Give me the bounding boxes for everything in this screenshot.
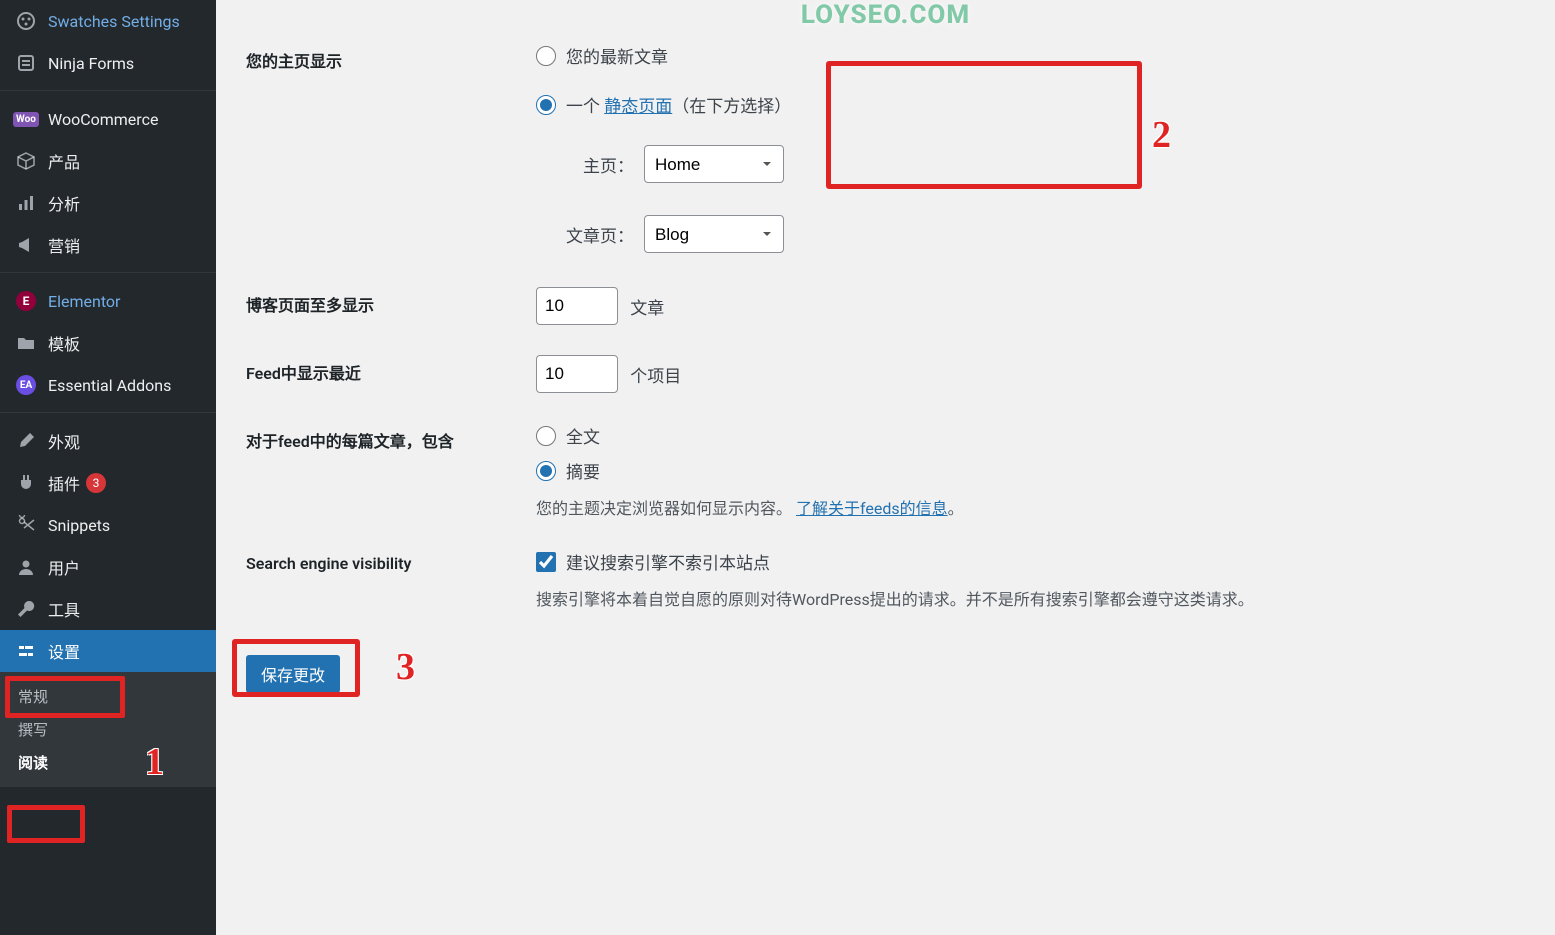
- sidebar-item-label: WooCommerce: [48, 110, 158, 129]
- megaphone-icon: [12, 235, 40, 255]
- sidebar-item-snippets[interactable]: Snippets: [0, 504, 216, 546]
- homepage-select[interactable]: Home: [644, 145, 784, 183]
- feed-desc-suffix: 。: [948, 499, 964, 518]
- sidebar-subitem-1[interactable]: 撰写: [0, 713, 216, 746]
- sidebar-item-16[interactable]: 工具: [0, 588, 216, 630]
- settings-form-table: 您的主页显示 您的最新文章 一个 静态页面（在下方选择） 主页：: [246, 28, 1533, 625]
- sidebar-item-label: Swatches Settings: [48, 12, 180, 31]
- sidebar-item-label: 产品: [48, 149, 80, 173]
- sidebar-item-label: Essential Addons: [48, 376, 171, 395]
- radio-feed-full[interactable]: [536, 426, 556, 446]
- user-icon: [12, 557, 40, 577]
- sidebar-item-4[interactable]: 产品: [0, 140, 216, 182]
- main-content: LOYSEO.COM 您的主页显示 您的最新文章 一个 静态页面（在下方选择）: [216, 0, 1555, 935]
- checkbox-discourage-search-label: 建议搜索引擎不索引本站点: [566, 549, 770, 574]
- form-icon: [12, 53, 40, 73]
- watermark-text: LOYSEO.COM: [801, 0, 970, 30]
- static-page-link[interactable]: 静态页面: [604, 97, 672, 117]
- sidebar-item-label: 工具: [48, 597, 80, 621]
- box-icon: [12, 151, 40, 171]
- annotation-box-reading: [7, 805, 85, 843]
- sidebar-item-9[interactable]: 模板: [0, 322, 216, 364]
- sidebar-item-label: Elementor: [48, 292, 120, 311]
- static-prefix: 一个: [566, 97, 604, 117]
- sidebar-item-label: 分析: [48, 191, 80, 215]
- update-badge: 3: [86, 473, 106, 493]
- stats-icon: [12, 193, 40, 213]
- radio-latest-posts-label: 您的最新文章: [566, 43, 668, 68]
- admin-sidebar: Swatches Settings Ninja Forms Woo WooCommer…: [0, 0, 216, 935]
- radio-feed-summary[interactable]: [536, 461, 556, 481]
- feed-content-desc: 您的主题决定浏览器如何显示内容。 了解关于feeds的信息。: [536, 495, 1523, 519]
- posts-page-select-label: 文章页：: [554, 222, 634, 247]
- feed-limit-heading: Feed中显示最近: [246, 340, 526, 408]
- woo-icon: Woo: [12, 112, 40, 127]
- seo-heading: Search engine visibility: [246, 534, 526, 625]
- palette-icon: [12, 11, 40, 31]
- elementor-icon: E: [12, 291, 40, 311]
- sidebar-item-label: 外观: [48, 429, 80, 453]
- annotation-number-3: 3: [396, 645, 415, 689]
- brush-icon: [12, 431, 40, 451]
- sidebar-item-label: 插件: [48, 471, 80, 495]
- sidebar-item-label: 设置: [48, 639, 80, 663]
- sidebar-separator: [0, 272, 216, 280]
- sidebar-item-label: 营销: [48, 233, 80, 257]
- homepage-heading: 您的主页显示: [246, 28, 526, 272]
- sidebar-item-13[interactable]: 插件 3: [0, 462, 216, 504]
- sidebar-item-label: Snippets: [48, 516, 110, 535]
- sidebar-item-essential-addons[interactable]: EA Essential Addons: [0, 364, 216, 406]
- blog-limit-input[interactable]: [536, 287, 618, 325]
- scissors-icon: [12, 515, 40, 535]
- posts-page-select[interactable]: Blog: [644, 215, 784, 253]
- blog-limit-unit: 文章: [630, 299, 664, 319]
- sidebar-item-15[interactable]: 用户: [0, 546, 216, 588]
- settings-icon: [12, 641, 40, 661]
- radio-static-page[interactable]: [536, 95, 556, 115]
- feed-learn-more-link[interactable]: 了解关于feeds的信息: [796, 499, 948, 518]
- sidebar-separator: [0, 90, 216, 98]
- sidebar-item-woocommerce[interactable]: Woo WooCommerce: [0, 98, 216, 140]
- radio-latest-posts[interactable]: [536, 46, 556, 66]
- blog-limit-heading: 博客页面至多显示: [246, 272, 526, 340]
- feed-desc-prefix: 您的主题决定浏览器如何显示内容。: [536, 499, 792, 518]
- feed-limit-unit: 个项目: [630, 367, 681, 387]
- feed-limit-input[interactable]: [536, 355, 618, 393]
- radio-feed-full-label: 全文: [566, 423, 600, 448]
- seo-desc: 搜索引擎将本着自觉自愿的原则对待WordPress提出的请求。并不是所有搜索引擎…: [536, 586, 1523, 610]
- sidebar-separator: [0, 412, 216, 420]
- sidebar-item-6[interactable]: 营销: [0, 224, 216, 266]
- sidebar-subitem-0[interactable]: 常规: [0, 680, 216, 713]
- feed-content-heading: 对于feed中的每篇文章，包含: [246, 408, 526, 534]
- sidebar-item-elementor[interactable]: E Elementor: [0, 280, 216, 322]
- plug-icon: [12, 473, 40, 493]
- save-changes-button[interactable]: 保存更改: [246, 655, 340, 693]
- sidebar-item-label: 用户: [48, 555, 80, 579]
- homepage-select-label: 主页：: [554, 152, 634, 177]
- sidebar-item-ninja-forms[interactable]: Ninja Forms: [0, 42, 216, 84]
- sidebar-item-label: 模板: [48, 331, 80, 355]
- static-suffix: （在下方选择）: [672, 97, 791, 117]
- radio-static-page-label: 一个 静态页面（在下方选择）: [566, 92, 791, 117]
- sidebar-subitem-2[interactable]: 阅读: [0, 746, 216, 779]
- sidebar-item-17[interactable]: 设置: [0, 630, 216, 672]
- folder-icon: [12, 333, 40, 353]
- sidebar-item-5[interactable]: 分析: [0, 182, 216, 224]
- checkbox-discourage-search[interactable]: [536, 552, 556, 572]
- ea-icon: EA: [12, 375, 40, 395]
- sidebar-item-swatches-settings[interactable]: Swatches Settings: [0, 0, 216, 42]
- radio-feed-summary-label: 摘要: [566, 458, 600, 483]
- sidebar-item-12[interactable]: 外观: [0, 420, 216, 462]
- sidebar-item-label: Ninja Forms: [48, 54, 134, 73]
- wrench-icon: [12, 599, 40, 619]
